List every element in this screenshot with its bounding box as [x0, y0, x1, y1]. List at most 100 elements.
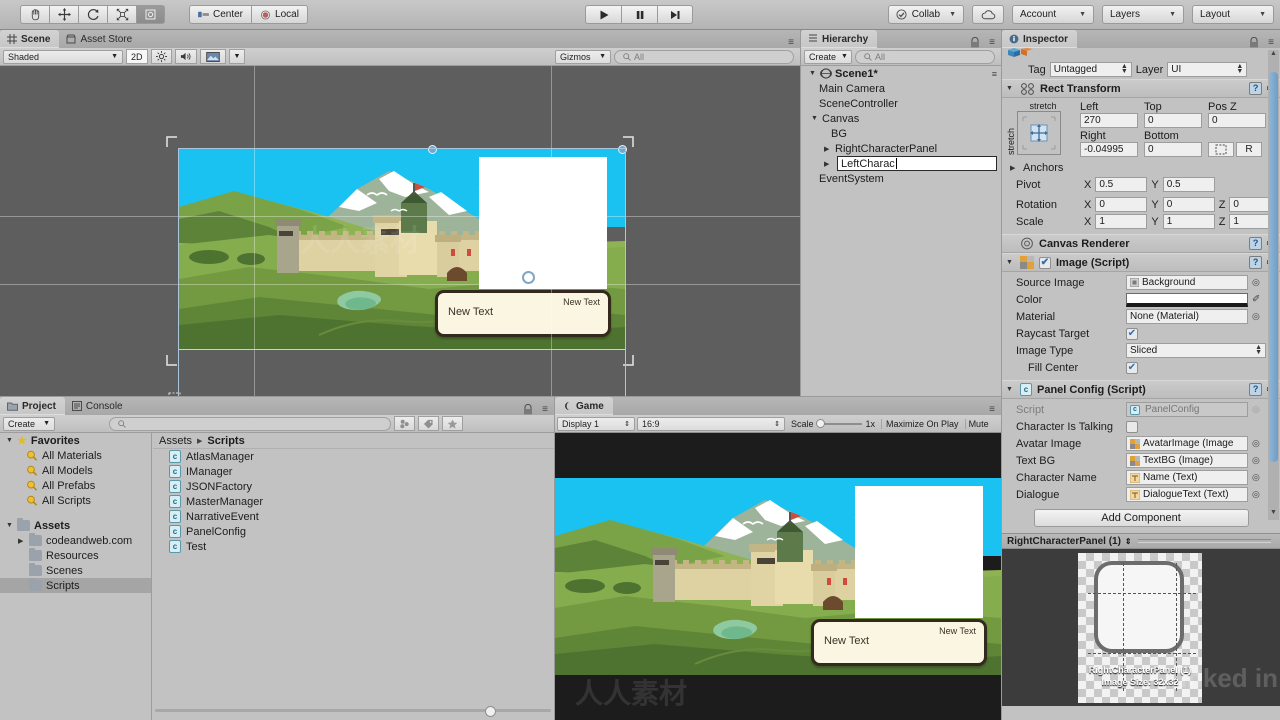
folder-codeandweb[interactable]: ▶ codeandweb.com	[0, 533, 151, 548]
rotation-z-input[interactable]: 0	[1229, 197, 1274, 212]
preview-body[interactable]: RightCharacterPanel (1) Image Size: 32x3…	[1002, 549, 1280, 706]
hierarchy-item-bg[interactable]: BG	[801, 126, 1001, 141]
folder-scenes[interactable]: Scenes	[0, 563, 151, 578]
favorite-all-scripts[interactable]: All Scripts	[0, 493, 151, 508]
scale-x-input[interactable]: 1	[1095, 214, 1148, 229]
help-icon[interactable]: ?	[1249, 82, 1263, 95]
toggle-2d-button[interactable]: 2D	[126, 49, 148, 64]
object-picker-icon[interactable]: ◎	[1252, 311, 1260, 322]
lock-icon[interactable]	[970, 37, 980, 48]
project-asset-list[interactable]: Assets ▶ Scripts c AtlasManager c IManag…	[153, 433, 554, 720]
favorite-all-models[interactable]: All Models	[0, 463, 151, 478]
preview-header[interactable]: RightCharacterPanel (1) ⇕	[1002, 533, 1280, 549]
folder-scripts[interactable]: Scripts	[0, 578, 151, 593]
inspector-scrollbar-thumb[interactable]	[1269, 72, 1278, 462]
chevron-down-icon[interactable]: ▼	[1006, 259, 1015, 266]
project-zoom-slider-knob[interactable]	[485, 706, 496, 717]
hierarchy-create-dropdown[interactable]: Create ▼	[804, 49, 852, 64]
asset-item[interactable]: c PanelConfig	[153, 524, 554, 539]
selection-corner-bl[interactable]	[166, 354, 178, 366]
inspector-menu-icon[interactable]: ≡	[1262, 37, 1280, 48]
favorites-group-row[interactable]: ▼ ★ Favorites	[0, 433, 151, 448]
text-bg-field[interactable]: TextBG (Image)	[1126, 453, 1248, 468]
hand-tool-button[interactable]	[20, 5, 49, 24]
scale-slider-track[interactable]	[815, 418, 862, 428]
project-create-dropdown[interactable]: Create ▼	[3, 416, 55, 431]
scale-slider-knob[interactable]	[815, 418, 825, 428]
asset-item[interactable]: c Test	[153, 539, 554, 554]
rect-tool-button[interactable]	[136, 5, 165, 24]
bottom-input[interactable]: 0	[1144, 142, 1202, 157]
folder-resources[interactable]: Resources	[0, 548, 151, 563]
game-menu-icon[interactable]: ≡	[983, 404, 1001, 415]
filter-by-type-button[interactable]	[394, 416, 415, 431]
scale-tool-button[interactable]	[107, 5, 136, 24]
pivot-rotation-button[interactable]: Local	[251, 5, 308, 24]
account-button[interactable]: Account ▼	[1012, 5, 1094, 24]
hierarchy-rename-input[interactable]: LeftCharac	[837, 156, 997, 171]
resize-handle-tr[interactable]	[618, 145, 627, 154]
object-picker-icon[interactable]: ◎	[1252, 472, 1260, 483]
hierarchy-item-scenecontroller[interactable]: SceneController	[801, 96, 1001, 111]
anchor-preset-button[interactable]	[1017, 111, 1061, 155]
character-name-field[interactable]: Name (Text)	[1126, 470, 1248, 485]
mute-audio-toggle[interactable]: Mute	[964, 418, 992, 429]
hierarchy-item-rightcharacterpanel[interactable]: ▶ RightCharacterPanel	[801, 141, 1001, 156]
step-button[interactable]	[657, 5, 693, 24]
project-game-divider[interactable]	[554, 397, 555, 720]
image-enabled-checkbox[interactable]	[1039, 256, 1051, 269]
hierarchy-tree[interactable]: ▼ Scene1* ≡ Main Camera SceneController …	[801, 66, 1001, 396]
chevron-right-icon[interactable]: ▶	[824, 145, 835, 153]
scene-row-menu-icon[interactable]: ≡	[992, 69, 997, 79]
hierarchy-menu-icon[interactable]: ≡	[983, 37, 1001, 48]
chevron-right-icon[interactable]: ▶	[1010, 164, 1019, 172]
color-swatch-field[interactable]	[1126, 292, 1248, 307]
layout-button[interactable]: Layout ▼	[1192, 5, 1274, 24]
play-button[interactable]	[585, 5, 621, 24]
hierarchy-inspector-divider[interactable]	[1001, 30, 1002, 720]
rect-pivot-handle[interactable]	[522, 271, 535, 284]
asset-item[interactable]: c MasterManager	[153, 494, 554, 509]
hierarchy-item-eventsystem[interactable]: EventSystem	[801, 171, 1001, 186]
right-input[interactable]: -0.04995	[1080, 142, 1138, 157]
asset-item[interactable]: c IManager	[153, 464, 554, 479]
source-image-field[interactable]: Background	[1126, 275, 1248, 290]
chevron-down-icon[interactable]: ▼	[6, 522, 17, 529]
selection-corner-tl[interactable]	[166, 136, 178, 148]
rotation-y-input[interactable]: 0	[1162, 197, 1215, 212]
asset-item[interactable]: c JSONFactory	[153, 479, 554, 494]
tab-inspector[interactable]: Inspector	[1002, 30, 1078, 48]
project-zoom-slider[interactable]	[155, 704, 551, 717]
preview-drag-bar[interactable]	[1137, 539, 1271, 543]
pivot-x-input[interactable]: 0.5	[1095, 177, 1148, 192]
selection-corner-br[interactable]	[622, 354, 634, 366]
gizmos-dropdown[interactable]: Gizmos ▼	[555, 49, 611, 64]
project-menu-icon[interactable]: ≡	[536, 404, 554, 415]
panel-config-header[interactable]: ▼ c Panel Config (Script) ? ⚙	[1002, 380, 1280, 399]
anchors-foldout-row[interactable]: ▶ Anchors	[1002, 159, 1280, 176]
hierarchy-item-main-camera[interactable]: Main Camera	[801, 81, 1001, 96]
breadcrumb-assets[interactable]: Assets	[159, 435, 192, 447]
tab-game[interactable]: Game	[555, 397, 613, 415]
scale-z-input[interactable]: 1	[1229, 214, 1274, 229]
project-tree[interactable]: ▼ ★ Favorites All Materials All Models A…	[0, 433, 152, 720]
chevron-right-icon[interactable]: ▶	[18, 537, 29, 545]
avatar-image-field[interactable]: AvatarImage (Image	[1126, 436, 1248, 451]
layers-button[interactable]: Layers ▼	[1102, 5, 1184, 24]
tab-project[interactable]: Project	[0, 397, 65, 415]
object-picker-icon[interactable]: ◎	[1252, 438, 1260, 449]
scene-viewport[interactable]: New Text New Text 人人素材	[0, 66, 800, 396]
rotate-tool-button[interactable]	[78, 5, 107, 24]
eyedropper-icon[interactable]: ✐	[1252, 294, 1260, 305]
collab-button[interactable]: Collab ▼	[887, 5, 964, 24]
cloud-button[interactable]	[972, 5, 1004, 24]
layer-dropdown[interactable]: UI ▲ ▼	[1167, 62, 1248, 77]
fx-toggle-button[interactable]	[199, 49, 226, 64]
scene-search-input[interactable]: All	[614, 49, 794, 64]
blueprint-mode-button[interactable]	[1208, 142, 1234, 157]
favorite-all-prefabs[interactable]: All Prefabs	[0, 478, 151, 493]
object-picker-icon[interactable]: ◎	[1252, 277, 1260, 288]
chevron-down-icon[interactable]: ▼	[6, 437, 17, 444]
raw-edit-button[interactable]: R	[1236, 142, 1262, 157]
display-dropdown[interactable]: Display 1 ⇕	[557, 416, 635, 431]
